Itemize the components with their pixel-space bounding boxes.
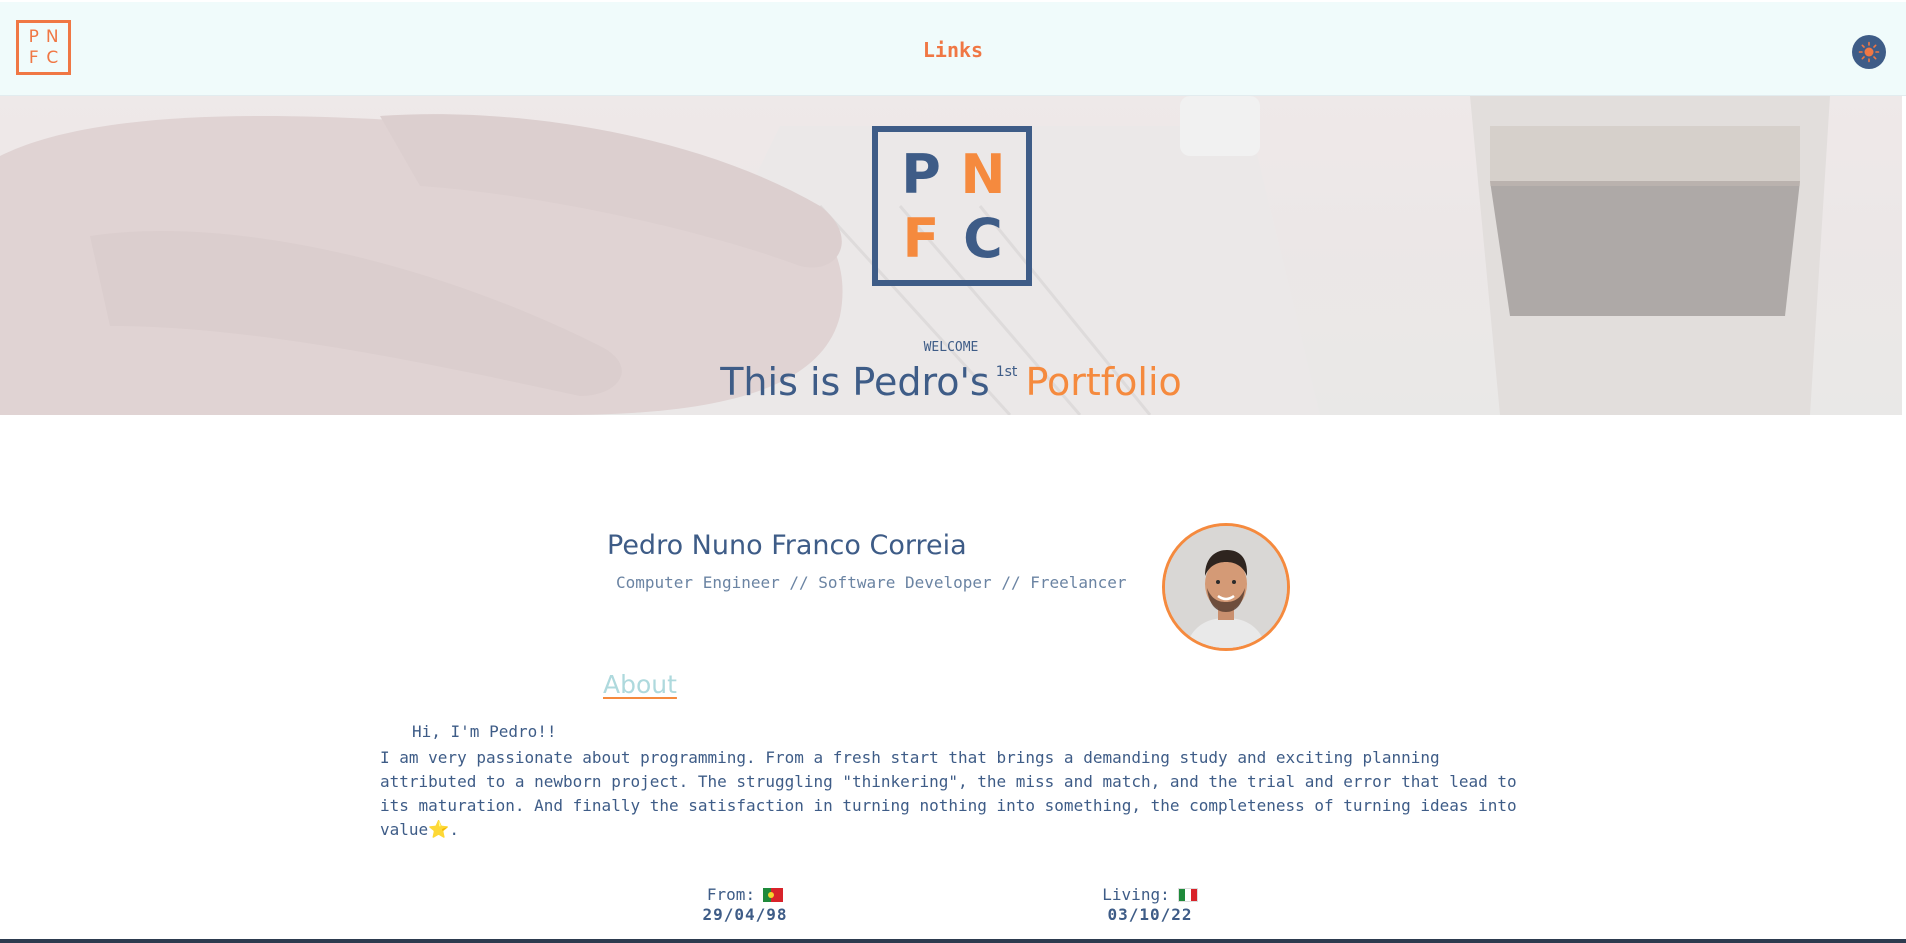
navbar: P N F C Links [0, 2, 1906, 96]
hero-logo-letter-p: P [901, 142, 941, 206]
welcome-label: WELCOME [923, 340, 979, 355]
hero-banner: P N F C WELCOME This is Pedro's 1st Portfo… [0, 96, 1902, 415]
page-edge [1902, 96, 1906, 415]
hero-title-superscript: 1st [995, 364, 1018, 380]
profile-photo [1165, 526, 1287, 648]
italy-flag-icon [1177, 887, 1198, 902]
hero-logo-letter-n: N [960, 142, 1006, 206]
hero-logo: P N F C [872, 126, 1032, 286]
hero-logo-letter-f: F [902, 206, 940, 270]
living-label-row: Living: [1090, 885, 1210, 904]
from-info: From: 29/04/98 [700, 885, 790, 924]
living-info: Living: 03/10/22 [1090, 885, 1210, 924]
living-label: Living: [1102, 885, 1170, 904]
hero-title-main: This is Pedro's [720, 360, 990, 404]
bottom-edge [0, 939, 1906, 943]
hero-title: This is Pedro's 1st Portfolio [0, 360, 1902, 404]
living-date: 03/10/22 [1107, 905, 1193, 924]
hero-title-accent: Portfolio [1025, 360, 1182, 404]
from-label: From: [706, 885, 756, 904]
portugal-flag-icon [763, 887, 784, 902]
about-trailing: . [449, 820, 459, 839]
avatar [1162, 523, 1290, 651]
about-greeting: Hi, I'm Pedro!! [412, 722, 557, 741]
hero-logo-letter-c: C [963, 206, 1003, 270]
from-label-row: From: [700, 885, 790, 904]
star-icon: ⭐ [428, 820, 450, 840]
links-nav-link[interactable]: Links [0, 38, 1906, 62]
profile-name: Pedro Nuno Franco Correia [607, 530, 967, 561]
about-link[interactable]: About [603, 670, 677, 699]
profile-roles: Computer Engineer // Software Developer … [616, 573, 1127, 592]
sun-icon [1858, 41, 1880, 63]
from-date: 29/04/98 [702, 905, 788, 924]
theme-toggle-button[interactable] [1852, 35, 1886, 69]
about-text: I am very passionate about programming. … [380, 746, 1530, 842]
about-body: I am very passionate about programming. … [380, 748, 1517, 839]
